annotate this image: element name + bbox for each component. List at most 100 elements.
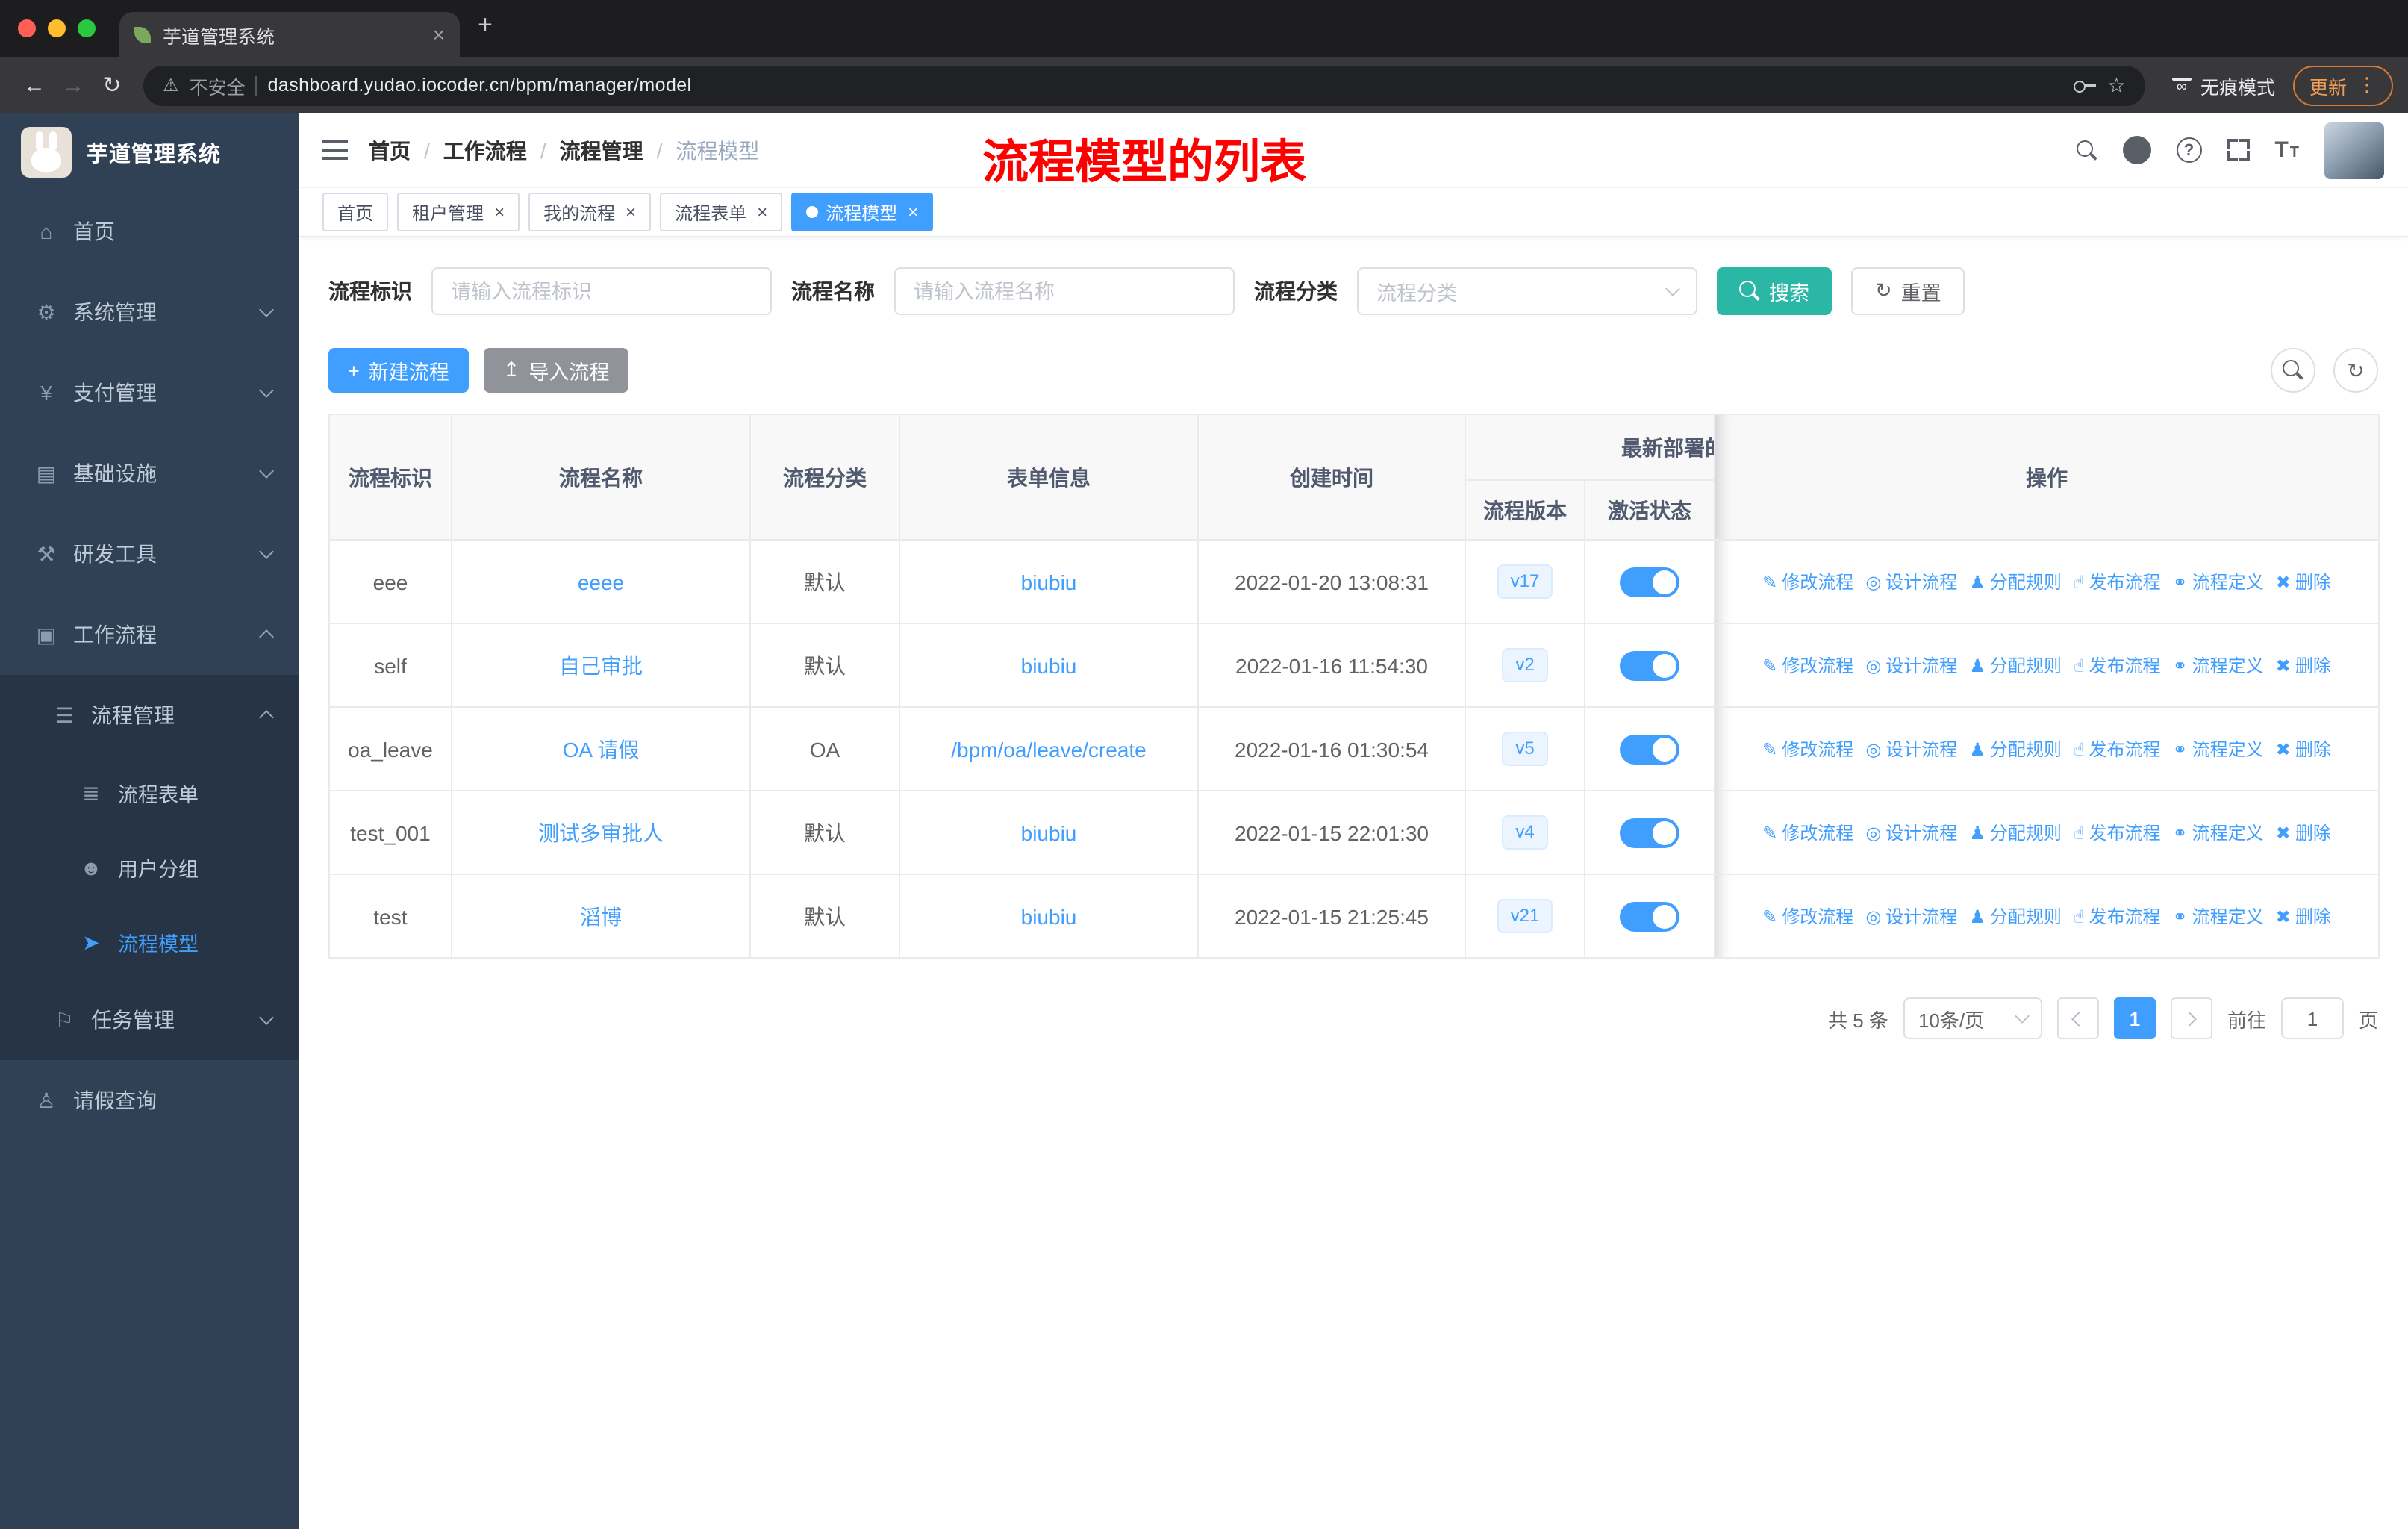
import-process-button[interactable]: ↥ 导入流程	[483, 348, 629, 393]
toggle-search-button[interactable]	[2271, 348, 2315, 393]
assign-rule-link[interactable]: ♟ 分配规则	[1969, 820, 2062, 845]
browser-tab[interactable]: 芋道管理系统 ×	[119, 12, 460, 57]
sidebar-item-home[interactable]: ⌂ 首页	[0, 191, 299, 272]
assign-rule-link[interactable]: ♟ 分配规则	[1969, 653, 2062, 678]
goto-page-input[interactable]	[2280, 997, 2344, 1039]
delete-process-link[interactable]: ✖ 删除	[2276, 653, 2331, 678]
sidebar-item-system-management[interactable]: ⚙ 系统管理	[0, 272, 299, 352]
menu-dots-icon[interactable]: ⋮	[2357, 73, 2377, 97]
active-toggle[interactable]	[1620, 818, 1679, 847]
back-icon[interactable]: ←	[15, 72, 54, 98]
publish-process-link[interactable]: ☝ 发布流程	[2074, 569, 2161, 594]
design-process-link[interactable]: ◎ 设计流程	[1865, 653, 1957, 678]
delete-process-link[interactable]: ✖ 删除	[2276, 736, 2331, 762]
edit-process-link[interactable]: ✎ 修改流程	[1762, 569, 1853, 594]
close-icon[interactable]: ×	[908, 203, 918, 221]
close-icon[interactable]: ×	[757, 203, 767, 221]
sidebar-item-process-model[interactable]: ➤ 流程模型	[0, 905, 299, 980]
process-name-link[interactable]: OA 请假	[563, 737, 640, 761]
delete-process-link[interactable]: ✖ 删除	[2276, 820, 2331, 845]
form-info-link[interactable]: biubiu	[1021, 820, 1077, 844]
help-icon[interactable]: ?	[2176, 137, 2202, 163]
form-info-link[interactable]: biubiu	[1021, 904, 1077, 928]
assign-rule-link[interactable]: ♟ 分配规则	[1969, 903, 2062, 929]
process-definition-link[interactable]: ⚭ 流程定义	[2173, 736, 2264, 762]
sidebar-item-process-management[interactable]: ☰ 流程管理	[0, 675, 299, 756]
active-toggle[interactable]	[1620, 734, 1679, 764]
next-page-button[interactable]	[2170, 997, 2212, 1039]
window-minimize-button[interactable]	[48, 19, 66, 37]
active-toggle[interactable]	[1620, 567, 1679, 597]
edit-process-link[interactable]: ✎ 修改流程	[1762, 820, 1853, 845]
star-icon[interactable]: ☆	[2107, 72, 2126, 98]
design-process-link[interactable]: ◎ 设计流程	[1865, 569, 1957, 594]
process-definition-link[interactable]: ⚭ 流程定义	[2173, 653, 2264, 678]
avatar[interactable]	[2324, 122, 2384, 178]
sidebar-item-payment[interactable]: ¥ 支付管理	[0, 352, 299, 433]
process-name-link[interactable]: 测试多审批人	[538, 820, 664, 844]
close-icon[interactable]: ×	[626, 203, 636, 221]
tag-my-process[interactable]: 我的流程 ×	[528, 193, 652, 231]
refresh-table-button[interactable]: ↻	[2333, 348, 2378, 393]
font-size-icon[interactable]: TT	[2274, 137, 2299, 163]
process-key-input[interactable]	[431, 267, 772, 315]
sidebar-item-user-group[interactable]: ☻ 用户分组	[0, 830, 299, 905]
github-icon[interactable]	[2122, 136, 2151, 164]
delete-process-link[interactable]: ✖ 删除	[2276, 569, 2331, 594]
form-info-link[interactable]: /bpm/oa/leave/create	[951, 737, 1147, 761]
process-definition-link[interactable]: ⚭ 流程定义	[2173, 820, 2264, 845]
delete-process-link[interactable]: ✖ 删除	[2276, 903, 2331, 929]
breadcrumb-home[interactable]: 首页	[369, 135, 411, 165]
window-zoom-button[interactable]	[78, 19, 96, 37]
tag-tenant-management[interactable]: 租户管理 ×	[397, 193, 520, 231]
tag-home[interactable]: 首页	[322, 193, 389, 231]
prev-page-button[interactable]	[2056, 997, 2099, 1039]
process-definition-link[interactable]: ⚭ 流程定义	[2173, 903, 2264, 929]
sidebar-item-devtools[interactable]: ⚒ 研发工具	[0, 514, 299, 594]
close-icon[interactable]: ×	[433, 22, 445, 46]
process-name-link[interactable]: 自己审批	[559, 653, 643, 677]
key-icon[interactable]	[2074, 78, 2097, 93]
page-number-button[interactable]: 1	[2113, 997, 2156, 1039]
form-info-link[interactable]: biubiu	[1021, 653, 1077, 677]
publish-process-link[interactable]: ☝ 发布流程	[2074, 820, 2161, 845]
address-input[interactable]: ⚠ 不安全 dashboard.yudao.iocoder.cn/bpm/man…	[143, 65, 2145, 105]
process-name-link[interactable]: eeee	[578, 570, 624, 594]
edit-process-link[interactable]: ✎ 修改流程	[1762, 736, 1853, 762]
breadcrumb-process-management[interactable]: 流程管理	[560, 135, 643, 165]
sidebar-item-process-form[interactable]: ≣ 流程表单	[0, 756, 299, 830]
tag-process-form[interactable]: 流程表单 ×	[660, 193, 783, 231]
sidebar-item-infrastructure[interactable]: ▤ 基础设施	[0, 433, 299, 514]
create-process-button[interactable]: + 新建流程	[328, 348, 469, 393]
edit-process-link[interactable]: ✎ 修改流程	[1762, 903, 1853, 929]
publish-process-link[interactable]: ☝ 发布流程	[2074, 903, 2161, 929]
page-size-select[interactable]: 10条/页	[1903, 997, 2042, 1039]
assign-rule-link[interactable]: ♟ 分配规则	[1969, 569, 2062, 594]
process-name-input[interactable]	[894, 267, 1235, 315]
update-button[interactable]: 更新 ⋮	[2292, 65, 2393, 105]
process-definition-link[interactable]: ⚭ 流程定义	[2173, 569, 2264, 594]
edit-process-link[interactable]: ✎ 修改流程	[1762, 653, 1853, 678]
category-select[interactable]: 流程分类	[1357, 267, 1697, 315]
reset-button[interactable]: ↻ 重置	[1851, 267, 1965, 315]
design-process-link[interactable]: ◎ 设计流程	[1865, 903, 1957, 929]
design-process-link[interactable]: ◎ 设计流程	[1865, 820, 1957, 845]
sidebar-item-workflow[interactable]: ▣ 工作流程	[0, 594, 299, 675]
sidebar-toggle[interactable]	[322, 140, 348, 160]
search-button[interactable]: 搜索	[1717, 267, 1832, 315]
sidebar-item-leave-query[interactable]: ♙ 请假查询	[0, 1060, 299, 1141]
window-close-button[interactable]	[18, 19, 36, 37]
publish-process-link[interactable]: ☝ 发布流程	[2074, 653, 2161, 678]
process-name-link[interactable]: 滔博	[580, 904, 622, 928]
form-info-link[interactable]: biubiu	[1021, 570, 1077, 594]
sidebar-item-task-management[interactable]: ⚐ 任务管理	[0, 980, 299, 1060]
design-process-link[interactable]: ◎ 设计流程	[1865, 736, 1957, 762]
breadcrumb-workflow[interactable]: 工作流程	[443, 135, 527, 165]
publish-process-link[interactable]: ☝ 发布流程	[2074, 736, 2161, 762]
fullscreen-icon[interactable]	[2227, 139, 2250, 161]
new-tab-button[interactable]: +	[478, 10, 493, 40]
search-icon[interactable]	[2076, 140, 2097, 161]
close-icon[interactable]: ×	[494, 203, 505, 221]
tag-process-model[interactable]: 流程模型 ×	[791, 193, 934, 231]
forward-icon[interactable]: →	[54, 72, 93, 98]
